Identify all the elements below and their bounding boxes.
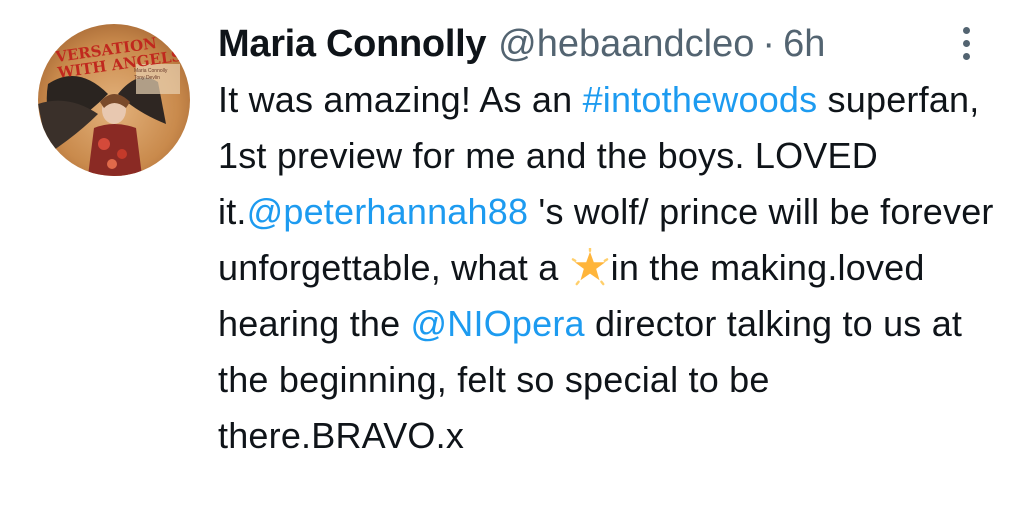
- more-vertical-icon: [962, 26, 970, 34]
- mention-link[interactable]: @NIOpera: [411, 303, 585, 344]
- avatar-credit-2: Tony Devlin: [134, 75, 160, 81]
- tweet[interactable]: VERSATION WITH ANGELS Maria Connolly Ton…: [0, 0, 1024, 530]
- mention-link[interactable]: @peterhannah88: [247, 191, 529, 232]
- separator-dot: ·: [762, 23, 776, 65]
- author-name[interactable]: Maria Connolly: [218, 16, 486, 72]
- avatar[interactable]: VERSATION WITH ANGELS Maria Connolly Ton…: [38, 24, 190, 176]
- avatar-credits: Maria Connolly Tony Devlin: [134, 68, 186, 82]
- tweet-text: It was amazing! As an #intothewoods supe…: [218, 72, 1008, 464]
- more-vertical-icon-dot: [962, 39, 970, 47]
- author-handle[interactable]: @hebaandcleo: [498, 16, 754, 72]
- hashtag-link[interactable]: #intothewoods: [583, 79, 818, 120]
- star-emoji: [571, 248, 608, 286]
- more-vertical-icon-dot: [962, 52, 970, 60]
- tweet-text-segment: It was amazing! As an: [218, 79, 583, 120]
- more-options-button[interactable]: [948, 18, 984, 68]
- timestamp[interactable]: 6h: [783, 16, 825, 72]
- avatar-credit-1: Maria Connolly: [134, 68, 168, 74]
- tweet-header: Maria Connolly @hebaandcleo · 6h: [218, 16, 825, 72]
